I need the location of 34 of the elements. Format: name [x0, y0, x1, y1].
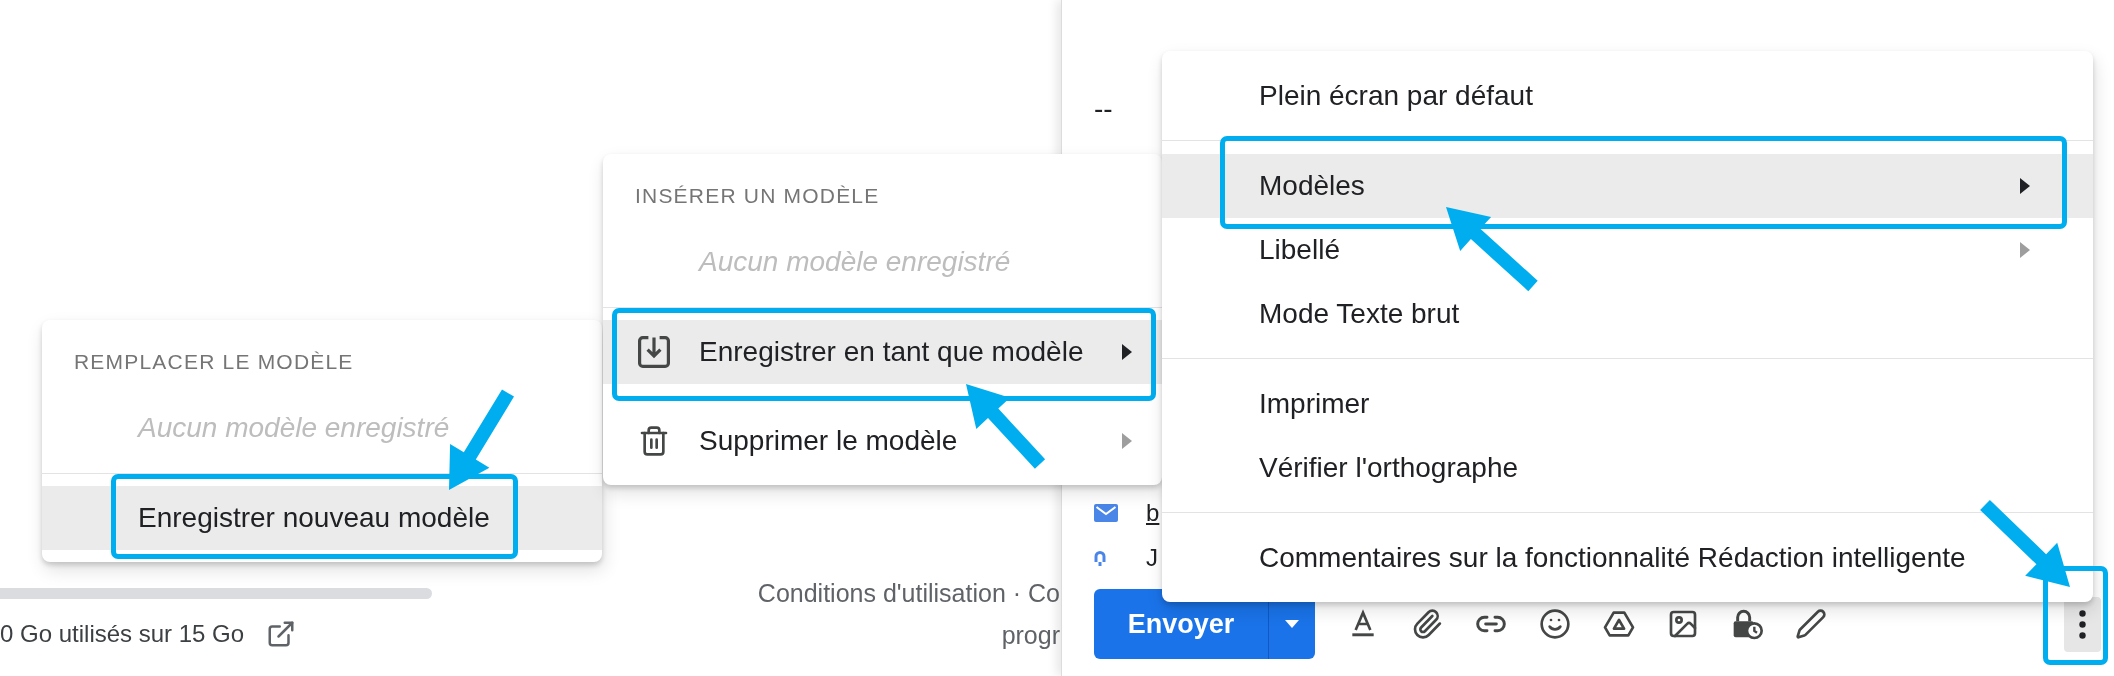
menu-item[interactable]: Imprimer — [1162, 372, 2093, 436]
menu-item[interactable]: Vérifier l'orthographe — [1162, 436, 2093, 500]
footer-link[interactable]: progr — [1001, 614, 1060, 656]
menu-item[interactable]: Enregistrer en tant que modèle — [603, 320, 1162, 384]
storage-usage-text: 0 Go utilisés sur 15 Go — [0, 619, 245, 649]
signature-text[interactable]: b — [1146, 497, 1160, 528]
save-to-box-icon — [638, 336, 670, 368]
image-icon[interactable] — [1667, 608, 1699, 640]
trash-icon — [638, 425, 670, 457]
menu-item[interactable]: Plein écran par défaut — [1162, 64, 2093, 128]
lock-clock-icon[interactable] — [1731, 608, 1763, 640]
emoji-icon[interactable] — [1539, 608, 1571, 640]
footer-link[interactable]: Conditions d'utilisation · Co — [757, 572, 1060, 614]
menu-item[interactable]: Enregistrer nouveau modèle — [42, 486, 602, 550]
pen-icon[interactable] — [1795, 608, 1827, 640]
menu-item[interactable]: Mode Texte brut — [1162, 282, 2093, 346]
menu-item[interactable]: Libellé — [1162, 218, 2093, 282]
empty-state-text: Aucun modèle enregistré — [138, 411, 450, 445]
signature-text: J — [1146, 542, 1158, 573]
more-vertical-icon — [2079, 609, 2086, 639]
caret-down-icon — [1285, 620, 1299, 628]
menu-item[interactable]: Commentaires sur la fonctionnalité Rédaction intelligente — [1162, 526, 2093, 590]
more-options-button[interactable] — [2064, 596, 2101, 652]
menu-heading: REMPLACER LE MODÈLE — [74, 349, 354, 375]
mail-icon — [1094, 503, 1118, 522]
attach-icon[interactable] — [1411, 608, 1443, 640]
external-link-icon[interactable] — [266, 619, 297, 649]
body-text: -- — [1094, 92, 1113, 126]
empty-state-text: Aucun modèle enregistré — [699, 245, 1011, 279]
arch-icon — [1094, 549, 1106, 566]
menu-item[interactable]: Modèles — [1162, 154, 2093, 218]
menu-heading: INSÉRER UN MODÈLE — [635, 183, 880, 209]
triangle-icon[interactable] — [1603, 608, 1635, 640]
menu-item[interactable]: Supprimer le modèle — [603, 409, 1162, 473]
